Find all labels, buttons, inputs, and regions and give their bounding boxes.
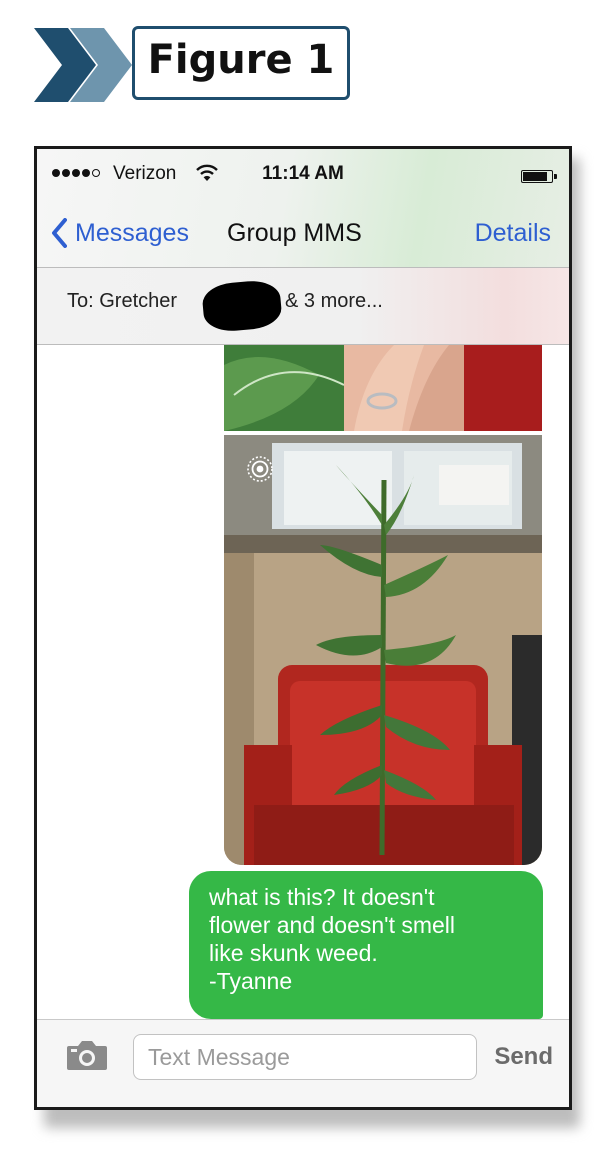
message-input-bar: Send <box>37 1019 569 1107</box>
phone-screenshot: Verizon 11:14 AM Messages Group MMS Deta… <box>34 146 572 1110</box>
camera-icon <box>67 1041 107 1070</box>
status-time: 11:14 AM <box>262 163 344 184</box>
conversation-title: Group MMS <box>227 219 362 247</box>
send-button[interactable]: Send <box>494 1034 553 1080</box>
figure-banner: Figure 1 <box>34 24 356 106</box>
message-thread[interactable]: what is this? It doesn't flower and does… <box>37 345 569 1019</box>
redaction-mark <box>201 278 283 334</box>
photo-content <box>224 345 542 431</box>
figure-label-text: Figure 1 <box>147 37 335 83</box>
more-recipients-label: & 3 more... <box>285 290 383 312</box>
details-button[interactable]: Details <box>475 213 551 253</box>
image-message-plant-hand[interactable] <box>224 345 542 431</box>
message-input[interactable] <box>134 1035 476 1079</box>
message-line: flower and doesn't smell <box>209 912 456 938</box>
back-button-label: Messages <box>75 218 189 247</box>
battery-icon <box>521 170 557 183</box>
figure-label: Figure 1 <box>132 26 350 100</box>
back-button[interactable]: Messages <box>51 213 189 253</box>
message-input-wrapper <box>133 1034 477 1080</box>
status-bar: Verizon 11:14 AM <box>37 149 569 203</box>
camera-button[interactable] <box>65 1038 109 1077</box>
chevron-left-icon <box>52 218 67 248</box>
live-photo-icon <box>247 456 273 482</box>
recipients-bar[interactable]: To: Gretcher & 3 more... <box>37 267 569 345</box>
message-line: -Tyanne <box>209 968 293 994</box>
image-message-plant-chair[interactable] <box>224 435 542 865</box>
photo-content <box>224 435 542 865</box>
sent-message-bubble[interactable]: what is this? It doesn't flower and does… <box>189 871 543 1019</box>
header: Verizon 11:14 AM Messages Group MMS Deta… <box>37 149 569 345</box>
nav-bar: Messages Group MMS Details <box>37 203 569 267</box>
message-line: what is this? It doesn't <box>209 884 435 910</box>
recipients-label: To: Gretcher <box>67 290 178 312</box>
message-line: like skunk weed. <box>209 940 378 966</box>
